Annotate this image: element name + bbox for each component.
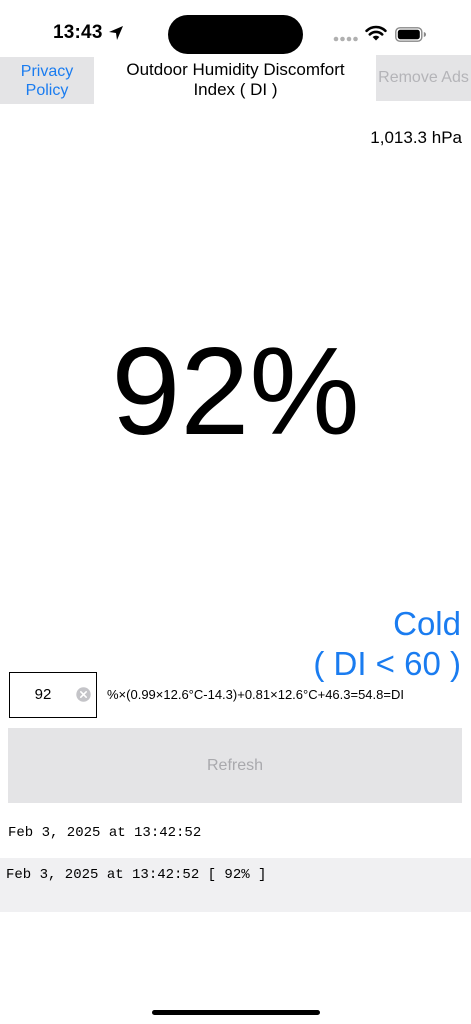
privacy-policy-label: Privacy Policy [20, 62, 74, 99]
status-time: 13:43 [53, 22, 103, 43]
history-row[interactable]: Feb 3, 2025 at 13:42:52 [ 92% ] [6, 867, 266, 883]
formula-text: %×(0.99×12.6°C-14.3)+0.81×12.6°C+46.3=54… [107, 687, 404, 702]
home-indicator[interactable] [152, 1010, 320, 1015]
wifi-icon [365, 25, 387, 41]
pressure-readout: 1,013.3 hPa [370, 128, 462, 147]
humidity-input[interactable] [10, 673, 70, 716]
page-title: Outdoor Humidity Discomfort Index ( DI ) [126, 60, 345, 99]
battery-icon [395, 27, 426, 42]
refresh-button[interactable]: Refresh [8, 728, 462, 803]
remove-ads-button[interactable]: Remove Ads [376, 55, 471, 101]
signal-dots-icon [333, 36, 358, 42]
privacy-policy-button[interactable]: Privacy Policy [0, 57, 94, 104]
last-updated-timestamp: Feb 3, 2025 at 13:42:52 [8, 825, 202, 841]
comfort-status-label: Cold [393, 605, 461, 642]
clear-circle-icon[interactable] [76, 687, 91, 702]
humidity-input-box [9, 672, 97, 718]
app-screen: 13:43 Privacy Policy Outdoor Humidity Di… [0, 0, 471, 1024]
remove-ads-label: Remove Ads [378, 69, 469, 86]
history-list: Feb 3, 2025 at 13:42:52 [ 92% ] [0, 858, 471, 912]
refresh-label: Refresh [206, 756, 264, 774]
comfort-status: Cold ( DI < 60 ) [313, 604, 461, 684]
location-arrow-icon [109, 26, 123, 40]
dynamic-island [168, 15, 303, 54]
humidity-display: 92% [111, 323, 360, 461]
comfort-status-range: ( DI < 60 ) [313, 645, 461, 682]
